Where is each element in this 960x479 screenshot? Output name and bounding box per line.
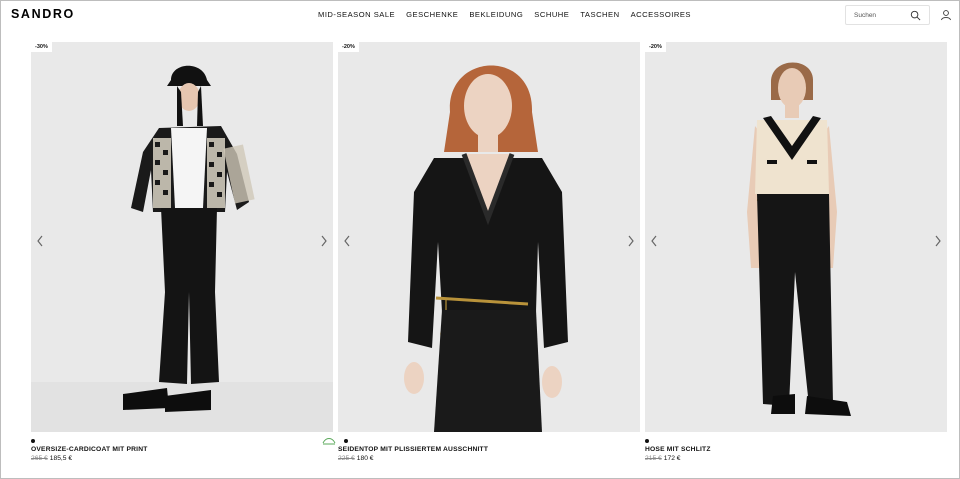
product-price: 225 €180 € <box>338 455 374 462</box>
nav-bags[interactable]: TASCHEN <box>580 10 619 19</box>
product-image[interactable]: -30% <box>31 42 333 432</box>
product-price: 215 €172 € <box>645 455 681 462</box>
search-box <box>845 5 930 25</box>
color-swatch[interactable] <box>645 439 649 443</box>
product-name[interactable]: SEIDENTOP MIT PLISSIERTEM AUSSCHNITT <box>338 446 488 453</box>
product-image[interactable]: -20% <box>338 42 640 432</box>
sale-price: 180 € <box>356 455 374 462</box>
product-image[interactable]: -20% <box>645 42 947 432</box>
search-input[interactable] <box>854 10 909 21</box>
chevron-right-icon[interactable] <box>626 234 636 248</box>
model-photo <box>645 42 947 432</box>
chevron-left-icon[interactable] <box>35 234 45 248</box>
main-nav: MID-SEASON SALE GESCHENKE BEKLEIDUNG SCH… <box>318 10 691 19</box>
chevron-right-icon[interactable] <box>933 234 943 248</box>
old-price: 265 € <box>31 455 48 462</box>
discount-badge: -20% <box>338 42 359 52</box>
eco-leaf-icon <box>322 438 336 445</box>
chevron-left-icon[interactable] <box>342 234 352 248</box>
sale-price: 185,5 € <box>49 455 73 462</box>
product-name[interactable]: HOSE MIT SCHLITZ <box>645 446 711 453</box>
product-price: 265 €185,5 € <box>31 455 72 462</box>
nav-sale[interactable]: MID-SEASON SALE <box>318 10 395 19</box>
chevron-right-icon[interactable] <box>319 234 329 248</box>
site-header: SANDRO MID-SEASON SALE GESCHENKE BEKLEID… <box>1 1 959 31</box>
chevron-left-icon[interactable] <box>649 234 659 248</box>
model-photo <box>31 42 333 432</box>
old-price: 225 € <box>338 455 355 462</box>
search-icon[interactable] <box>910 10 921 21</box>
account-icon[interactable] <box>940 9 952 21</box>
nav-gifts[interactable]: GESCHENKE <box>406 10 458 19</box>
old-price: 215 € <box>645 455 662 462</box>
page: SANDRO MID-SEASON SALE GESCHENKE BEKLEID… <box>0 0 960 479</box>
color-swatch[interactable] <box>344 439 348 443</box>
sale-price: 172 € <box>663 455 681 462</box>
color-swatch[interactable] <box>31 439 35 443</box>
model-photo <box>338 42 640 432</box>
discount-badge: -30% <box>31 42 52 52</box>
discount-badge: -20% <box>645 42 666 52</box>
product-name[interactable]: OVERSIZE-CARDICOAT MIT PRINT <box>31 446 148 453</box>
nav-clothing[interactable]: BEKLEIDUNG <box>469 10 523 19</box>
nav-shoes[interactable]: SCHUHE <box>534 10 569 19</box>
nav-accessories[interactable]: ACCESSOIRES <box>631 10 691 19</box>
brand-logo[interactable]: SANDRO <box>11 7 75 21</box>
